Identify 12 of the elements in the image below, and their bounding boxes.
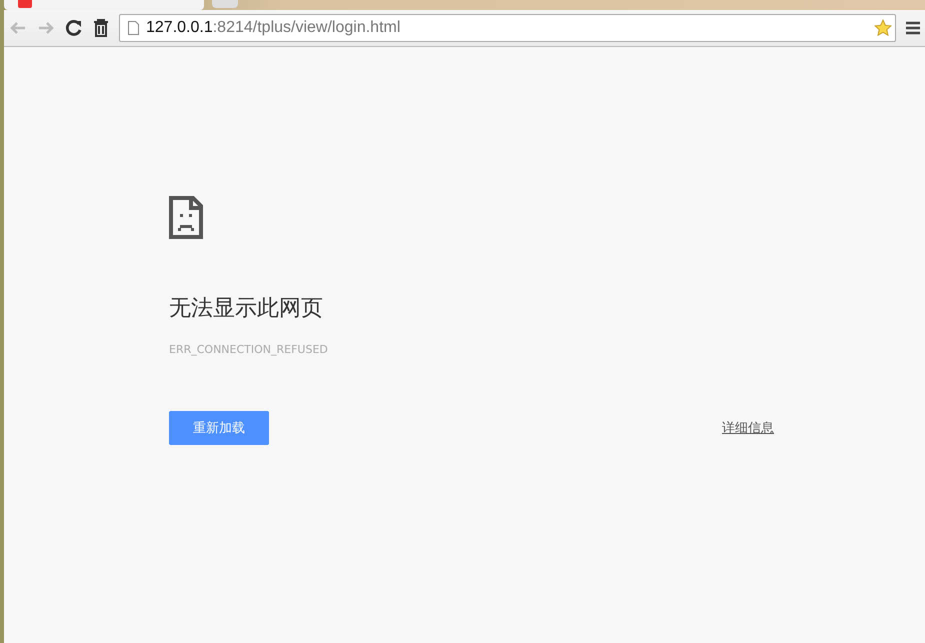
menu-icon[interactable] — [906, 21, 920, 35]
trash-icon[interactable] — [93, 19, 109, 37]
error-code: ERR_CONNECTION_REFUSED — [169, 343, 329, 356]
url-text: 127.0.0.1:8214/tplus/view/login.html — [146, 19, 402, 37]
reload-icon[interactable] — [65, 19, 83, 37]
page-icon — [128, 21, 139, 35]
address-bar[interactable]: 127.0.0.1:8214/tplus/view/login.html — [119, 14, 896, 42]
star-icon[interactable] — [874, 19, 892, 37]
sad-page-icon — [169, 196, 203, 239]
favicon-icon — [18, 0, 32, 8]
error-title: 无法显示此网页 — [169, 295, 324, 323]
details-link[interactable]: 详细信息 — [722, 419, 774, 437]
